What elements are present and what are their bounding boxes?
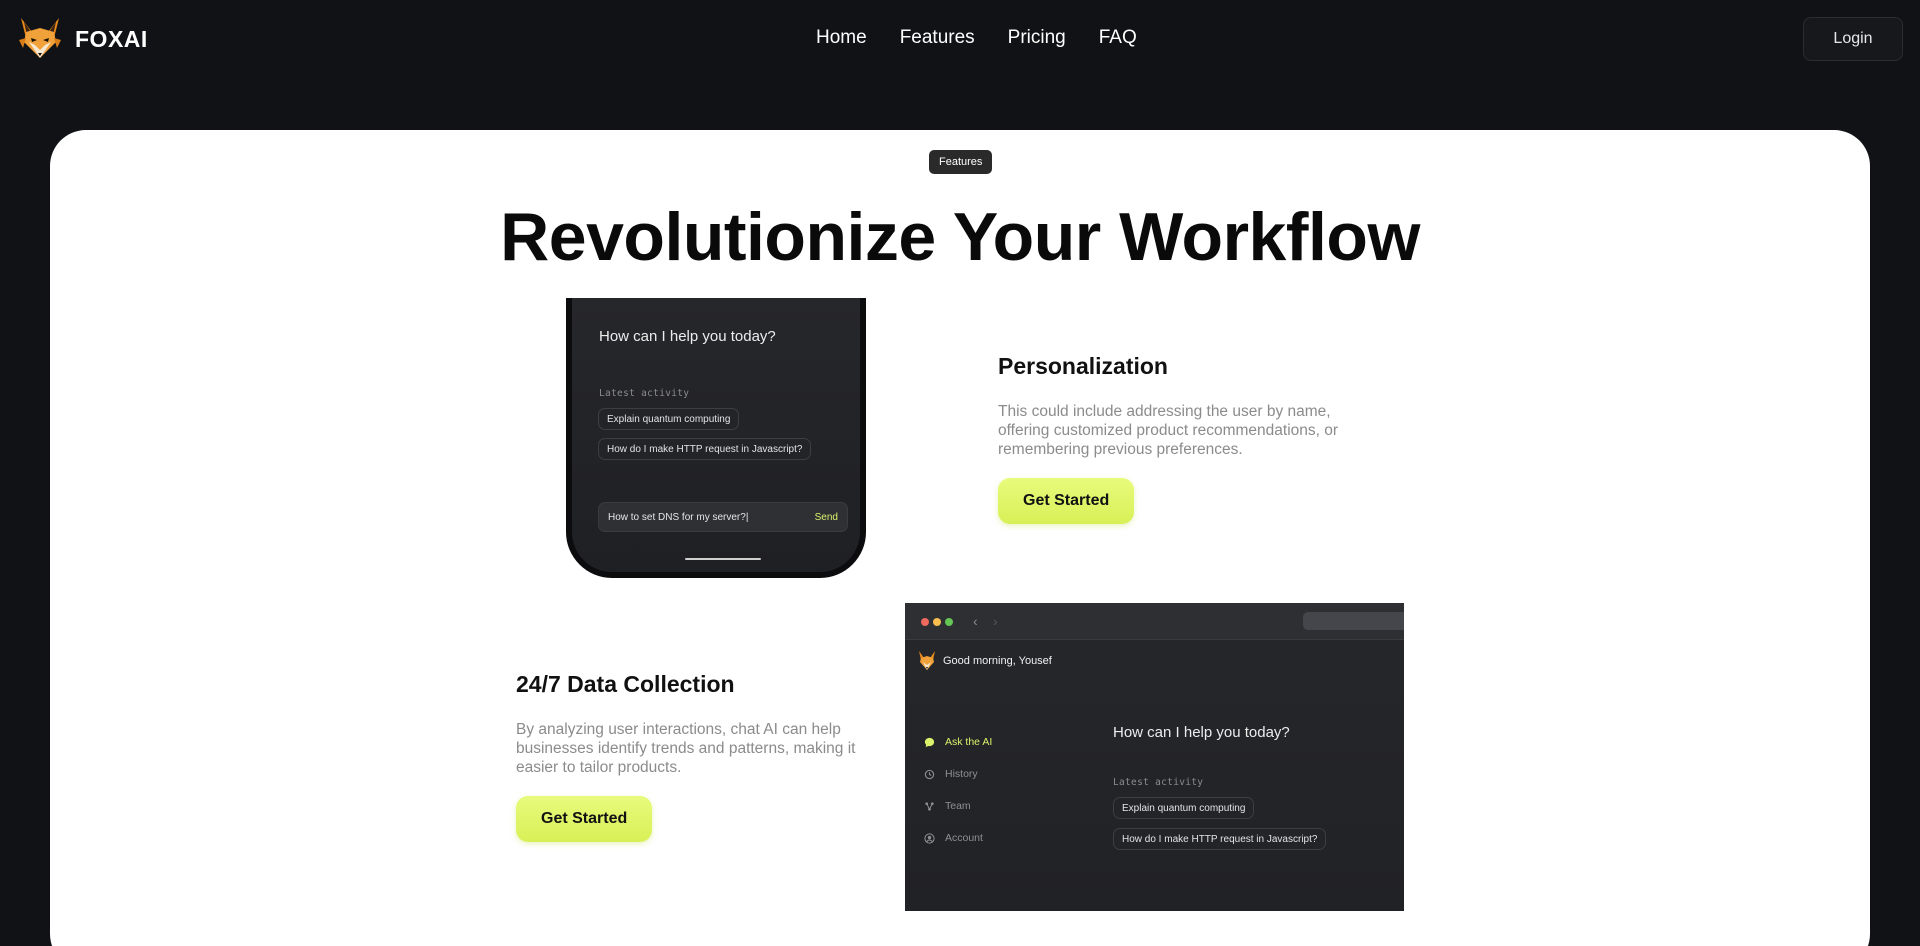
nav-features[interactable]: Features bbox=[900, 27, 975, 49]
window-chip-http[interactable]: How do I make HTTP request in Javascript… bbox=[1113, 828, 1327, 850]
phone-input-value: How to set DNS for my server?| bbox=[608, 512, 749, 523]
desc-line: By analyzing user interactions, chat AI … bbox=[516, 721, 841, 738]
phone-send-button[interactable]: Send bbox=[815, 512, 838, 523]
minimize-dot-icon[interactable] bbox=[933, 618, 941, 626]
team-icon bbox=[923, 800, 935, 812]
brand-name: FOXAI bbox=[75, 25, 148, 52]
close-dot-icon[interactable] bbox=[921, 618, 929, 626]
phone-chat-input[interactable]: How to set DNS for my server?| Send bbox=[598, 502, 848, 532]
sidebar-item-ask-ai[interactable]: Ask the AI bbox=[923, 736, 992, 748]
window-latest-label: Latest activity bbox=[1113, 777, 1204, 788]
brand-logo[interactable]: FOXAI bbox=[15, 14, 148, 64]
desc-line: remembering previous preferences. bbox=[998, 441, 1243, 458]
phone-chip-quantum[interactable]: Explain quantum computing bbox=[598, 408, 740, 430]
phone-latest-label: Latest activity bbox=[599, 388, 690, 399]
section-badge: Features bbox=[929, 150, 993, 174]
fox-logo-icon bbox=[19, 18, 61, 58]
account-icon bbox=[923, 832, 935, 844]
home-indicator bbox=[685, 558, 761, 560]
nav-home[interactable]: Home bbox=[816, 27, 867, 49]
feature-data-title: 24/7 Data Collection bbox=[516, 671, 735, 697]
phone-mockup: How can I help you today? Latest activit… bbox=[566, 298, 866, 578]
hero-title: Revolutionize Your Workflow bbox=[500, 199, 1420, 275]
greeting: Good morning, Yousef bbox=[943, 655, 1052, 667]
sidebar-item-label: Team bbox=[945, 800, 971, 812]
desc-line: offering customized product recommendati… bbox=[998, 422, 1339, 439]
data-get-started-button[interactable]: Get Started bbox=[516, 796, 653, 842]
fox-logo-icon bbox=[919, 651, 935, 670]
phone-screen: How can I help you today? Latest activit… bbox=[572, 298, 860, 572]
feature-personalization-desc: This could include addressing the user b… bbox=[998, 402, 1378, 459]
window-chip-quantum[interactable]: Explain quantum computing bbox=[1113, 797, 1255, 819]
desc-line: easier to tailor products. bbox=[516, 759, 682, 776]
top-nav: FOXAI Home Features Pricing FAQ Login bbox=[0, 0, 1920, 80]
window-titlebar: ‹ › bbox=[905, 603, 1404, 640]
desc-line: businesses identify trends and patterns,… bbox=[516, 740, 856, 757]
sidebar-item-label: Account bbox=[945, 832, 983, 844]
desktop-app-mockup: ‹ › Good morning, Yousef Ask the AI Hist… bbox=[905, 603, 1404, 911]
feature-data-desc: By analyzing user interactions, chat AI … bbox=[516, 720, 896, 777]
maximize-dot-icon[interactable] bbox=[945, 618, 953, 626]
personalization-get-started-button[interactable]: Get Started bbox=[998, 478, 1135, 524]
feature-personalization-title: Personalization bbox=[998, 353, 1168, 379]
nav-faq[interactable]: FAQ bbox=[1099, 27, 1137, 49]
chat-icon bbox=[923, 736, 935, 748]
sidebar-item-account[interactable]: Account bbox=[923, 832, 983, 844]
sidebar-item-history[interactable]: History bbox=[923, 768, 978, 780]
history-icon bbox=[923, 768, 935, 780]
sidebar-item-team[interactable]: Team bbox=[923, 800, 971, 812]
nav-pricing[interactable]: Pricing bbox=[1008, 27, 1066, 49]
login-button[interactable]: Login bbox=[1803, 17, 1903, 61]
window-question: How can I help you today? bbox=[1113, 724, 1290, 741]
phone-question: How can I help you today? bbox=[599, 328, 776, 345]
forward-arrow-icon[interactable]: › bbox=[993, 613, 998, 629]
nav-links: Home Features Pricing FAQ bbox=[816, 27, 1137, 49]
phone-chip-http[interactable]: How do I make HTTP request in Javascript… bbox=[598, 438, 812, 460]
desc-line: This could include addressing the user b… bbox=[998, 403, 1331, 420]
address-bar[interactable] bbox=[1303, 612, 1404, 630]
back-arrow-icon[interactable]: ‹ bbox=[973, 613, 978, 629]
sidebar-item-label: History bbox=[945, 768, 978, 780]
sidebar-item-label: Ask the AI bbox=[945, 736, 993, 748]
